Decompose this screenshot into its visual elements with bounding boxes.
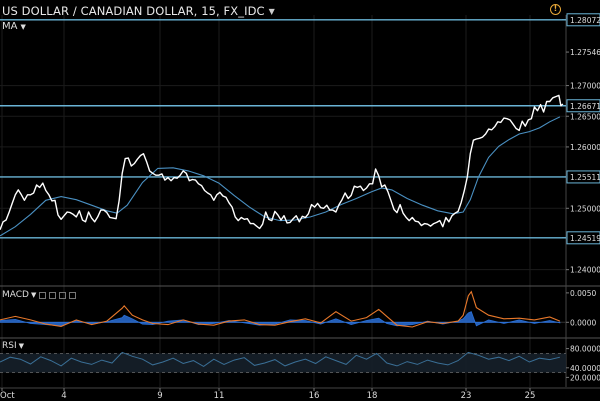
price-axis-label: 1.24000 bbox=[570, 266, 600, 275]
macd-indicator-label[interactable]: MACD ▼ bbox=[2, 290, 77, 300]
time-axis-label: 11 bbox=[214, 391, 225, 401]
chevron-down-icon[interactable]: ▼ bbox=[19, 342, 24, 350]
settings-icon[interactable] bbox=[49, 291, 57, 299]
close-icon[interactable] bbox=[59, 291, 67, 299]
price-axis-label: 1.26000 bbox=[570, 143, 600, 152]
more-icon[interactable] bbox=[69, 291, 77, 299]
time-axis-label: 4 bbox=[61, 391, 66, 401]
time-axis-label: 25 bbox=[525, 391, 536, 401]
ma-label-text[interactable]: MA bbox=[2, 21, 17, 32]
rsi-axis-label: 20.0000 bbox=[570, 373, 600, 382]
ma-indicator-label[interactable]: MA ▼ bbox=[2, 21, 26, 32]
time-axis-label: 16 bbox=[309, 391, 320, 401]
last-price-label: 1.27546 bbox=[570, 48, 600, 57]
chart-area[interactable]: 1.27000 1.26500 1.26000 1.25000 1.24000 1.280… bbox=[0, 0, 600, 401]
chevron-down-icon[interactable]: ▼ bbox=[31, 291, 36, 299]
rsi-indicator-label[interactable]: RSI ▼ bbox=[2, 341, 24, 351]
macd-axis-label: 0.0000 bbox=[570, 318, 596, 327]
eye-icon[interactable] bbox=[39, 291, 47, 299]
level-price-label: 1.24519 bbox=[570, 234, 600, 243]
level-price-label: 1.28072 bbox=[570, 16, 600, 25]
price-axis-label: 1.27000 bbox=[570, 82, 600, 91]
level-price-label: 1.25511 bbox=[570, 173, 600, 182]
symbol-header[interactable]: US DOLLAR / CANADIAN DOLLAR, 15, FX_IDC … bbox=[2, 1, 275, 21]
symbol-title[interactable]: US DOLLAR / CANADIAN DOLLAR, 15, FX_IDC bbox=[2, 4, 265, 18]
chevron-down-icon[interactable]: ▼ bbox=[269, 7, 275, 16]
chevron-down-icon[interactable]: ▼ bbox=[20, 23, 25, 31]
rsi-axis-label: 80.0000 bbox=[570, 345, 600, 354]
rsi-label-text[interactable]: RSI bbox=[2, 341, 17, 351]
rsi-axis-label: 40.0000 bbox=[570, 364, 600, 373]
time-axis-label: 9 bbox=[157, 391, 162, 401]
time-axis-label: Oct bbox=[0, 391, 15, 401]
price-axis-label: 1.25000 bbox=[570, 204, 600, 213]
macd-label-text[interactable]: MACD bbox=[2, 290, 29, 300]
price-axis-label: 1.26500 bbox=[570, 112, 600, 121]
alert-icon[interactable]: ! bbox=[550, 4, 561, 15]
macd-axis-label: 0.0050 bbox=[570, 289, 596, 298]
time-axis-label: 23 bbox=[461, 391, 472, 401]
time-axis-label: 18 bbox=[367, 391, 378, 401]
level-price-label: 1.26671 bbox=[570, 102, 600, 111]
rsi-pane[interactable] bbox=[0, 351, 566, 374]
